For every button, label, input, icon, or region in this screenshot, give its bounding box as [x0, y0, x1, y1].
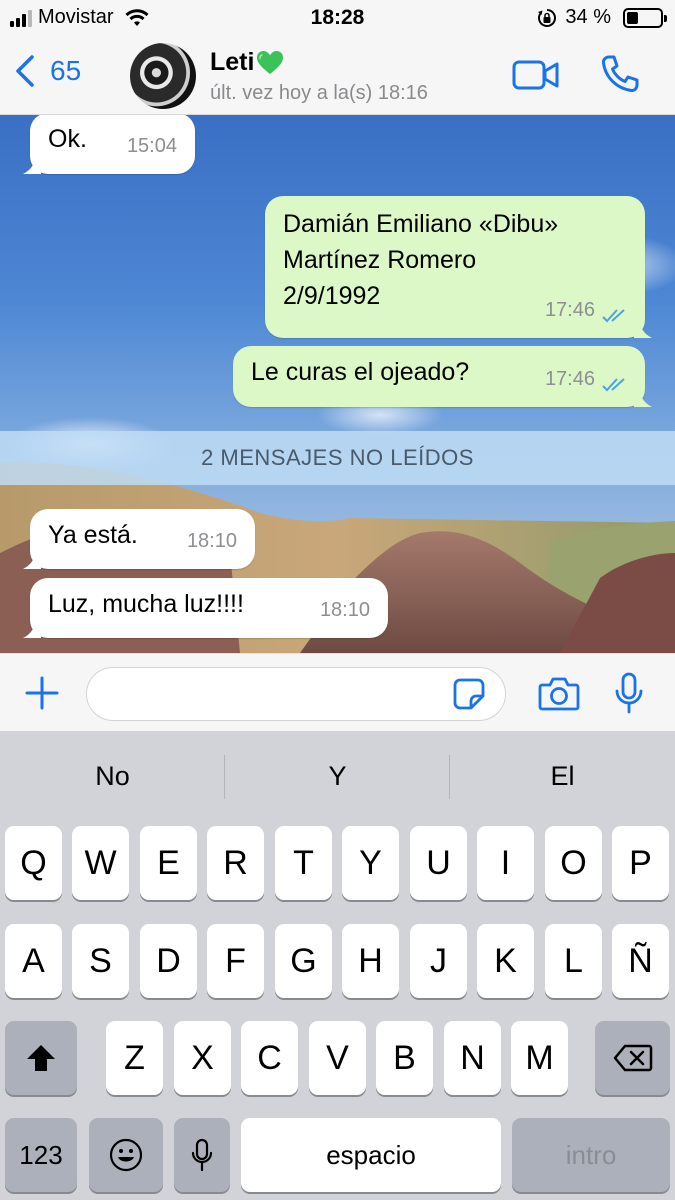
message-bubble[interactable]: Le curas el ojeado? 17:46 [233, 346, 652, 407]
message-text: Le curas el ojeado? [251, 358, 470, 386]
camera-icon[interactable] [538, 675, 580, 711]
return-key[interactable]: intro [512, 1118, 670, 1192]
bubble-tail [634, 320, 652, 338]
avatar[interactable] [130, 43, 196, 109]
message-text: Ya está. [48, 521, 138, 549]
message-text: Luz, mucha luz!!!! [48, 590, 244, 618]
bubble-tail [23, 156, 41, 174]
predictive-suggestions: No Y El [0, 731, 675, 821]
message-line: Damián Emiliano «Dibu» [283, 210, 559, 238]
key-b[interactable]: B [376, 1021, 433, 1095]
chat-header: 65 Leti últ. vez hoy a la(s) 18:16 [0, 40, 675, 115]
battery-fill [627, 11, 638, 24]
suggestion-item[interactable]: El [450, 731, 675, 821]
last-seen-status: últ. vez hoy a la(s) 18:16 [210, 82, 428, 104]
key-w[interactable]: W [72, 826, 129, 900]
shift-icon [27, 1045, 55, 1071]
message-text: Ok. [48, 125, 87, 153]
contact-name[interactable]: Leti [210, 48, 284, 77]
numbers-key[interactable]: 123 [5, 1118, 77, 1192]
suggestion-item[interactable]: Y [225, 731, 450, 821]
space-key[interactable]: espacio [241, 1118, 501, 1192]
message-line: Martínez Romero [283, 246, 477, 274]
backspace-icon [613, 1044, 652, 1072]
microphone-icon[interactable] [612, 672, 646, 714]
key-f[interactable]: F [207, 924, 264, 998]
message-time: 18:10 [186, 530, 237, 552]
message-time: 17:46 [544, 368, 595, 390]
backspace-key[interactable] [595, 1021, 670, 1095]
key-u[interactable]: U [410, 826, 467, 900]
green-heart-icon [257, 50, 284, 74]
message-bubble[interactable]: Damián Emiliano «Dibu» Martínez Romero 2… [265, 196, 652, 338]
status-bar: Movistar 18:28 34 % [0, 0, 675, 40]
key-j[interactable]: J [410, 924, 467, 998]
message-bubble[interactable]: Ok. 15:04 [23, 115, 195, 174]
chat-area[interactable]: Ok. 15:04 Damián Emiliano «Dibu» Martíne… [0, 115, 675, 653]
status-right: 34 % [537, 6, 667, 29]
key-d[interactable]: D [140, 924, 197, 998]
back-chevron-icon [16, 55, 34, 87]
message-time: 18:10 [319, 599, 370, 621]
emoji-key[interactable] [89, 1118, 163, 1192]
plus-icon[interactable] [24, 675, 60, 711]
back-button[interactable]: 65 [14, 54, 81, 88]
key-v[interactable]: V [309, 1021, 366, 1095]
key-n[interactable]: N [444, 1021, 501, 1095]
key-k[interactable]: K [477, 924, 534, 998]
key-h[interactable]: H [342, 924, 399, 998]
keyboard: No Y El Q W E R T Y U I O P A S D F G H … [0, 731, 675, 1200]
key-y[interactable]: Y [342, 826, 399, 900]
bubble-tail [23, 620, 41, 638]
key-t[interactable]: T [275, 826, 332, 900]
suggestion-item[interactable]: No [0, 731, 225, 821]
key-s[interactable]: S [72, 924, 129, 998]
key-z[interactable]: Z [106, 1021, 163, 1095]
emoji-icon [109, 1138, 143, 1172]
contact-name-text: Leti [210, 48, 255, 76]
dictation-key[interactable] [174, 1118, 230, 1192]
video-call-icon[interactable] [512, 57, 560, 93]
bubble-tail [634, 389, 652, 407]
key-l[interactable]: L [545, 924, 602, 998]
key-e[interactable]: E [140, 826, 197, 900]
key-r[interactable]: R [207, 826, 264, 900]
battery-percent: 34 % [565, 6, 611, 28]
read-ticks-icon [602, 378, 625, 392]
key-o[interactable]: O [545, 826, 602, 900]
key-p[interactable]: P [612, 826, 669, 900]
orientation-lock-icon [538, 8, 557, 27]
message-time: 17:46 [544, 299, 595, 321]
message-input[interactable] [86, 667, 506, 721]
key-i[interactable]: I [477, 826, 534, 900]
bubble-tail [23, 551, 41, 569]
dictation-mic-icon [191, 1138, 213, 1172]
unread-count: 65 [50, 55, 82, 86]
message-bubble[interactable]: Ya está. 18:10 [23, 509, 255, 569]
shift-key[interactable] [5, 1021, 77, 1095]
message-input-bar [0, 653, 675, 731]
key-x[interactable]: X [174, 1021, 231, 1095]
phone-call-icon[interactable] [600, 54, 640, 94]
key-c[interactable]: C [241, 1021, 298, 1095]
message-bubble[interactable]: Luz, mucha luz!!!! 18:10 [23, 578, 388, 638]
unread-messages-banner: 2 MENSAJES NO LEÍDOS [0, 431, 675, 485]
read-ticks-icon [602, 309, 625, 323]
key-a[interactable]: A [5, 924, 62, 998]
key-m[interactable]: M [511, 1021, 568, 1095]
message-time: 15:04 [126, 135, 177, 157]
key-q[interactable]: Q [5, 826, 62, 900]
sticker-icon[interactable] [452, 677, 486, 711]
key-enye[interactable]: Ñ [612, 924, 669, 998]
battery-icon [623, 7, 667, 28]
key-g[interactable]: G [275, 924, 332, 998]
